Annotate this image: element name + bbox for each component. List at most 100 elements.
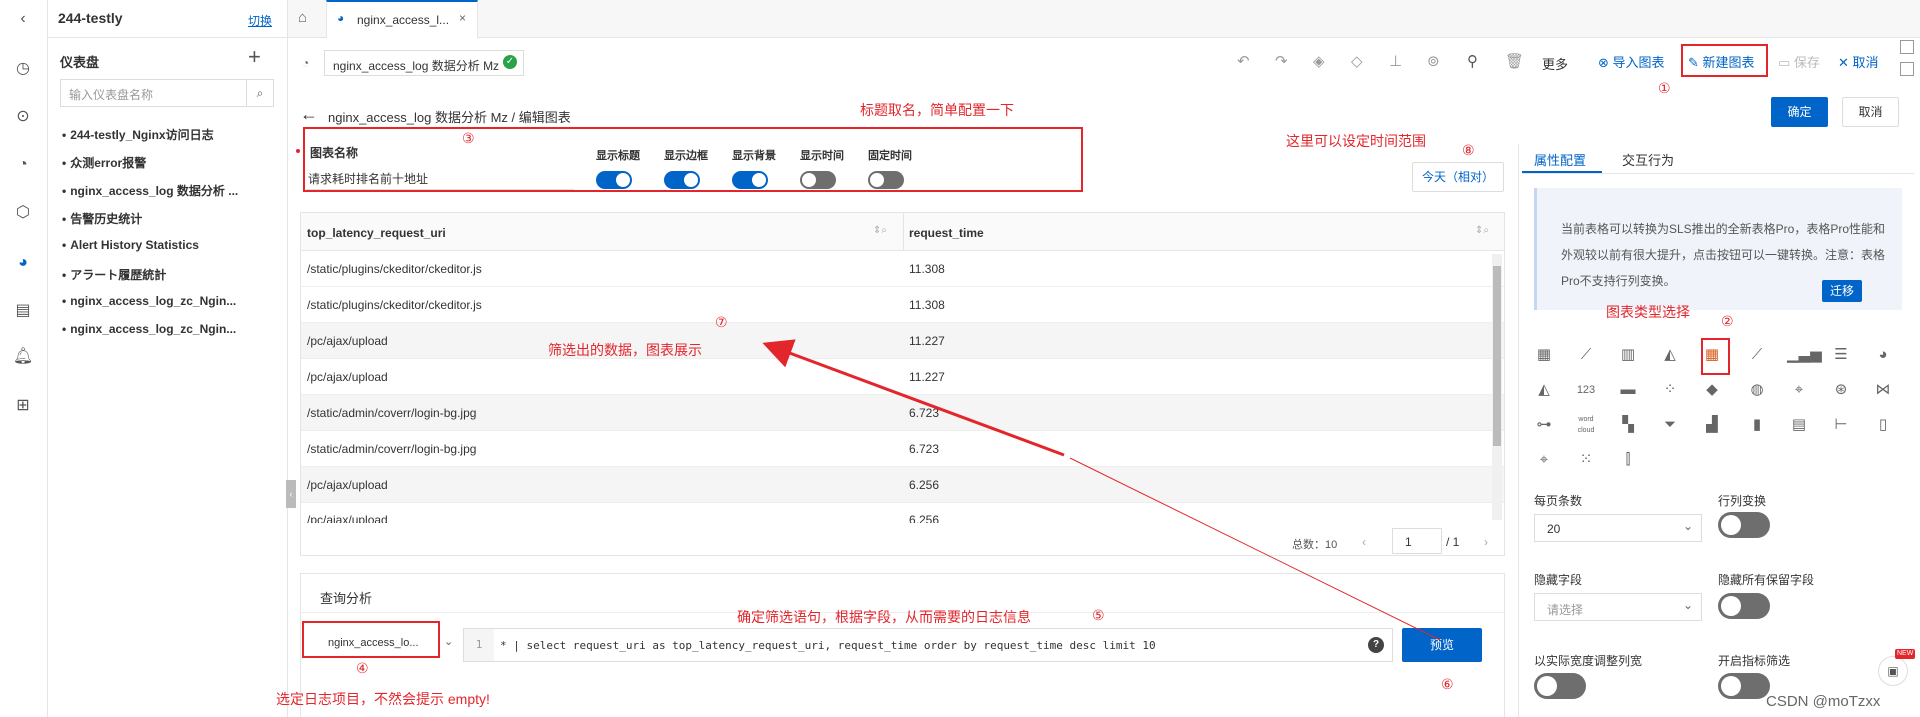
add-dashboard-button[interactable]: + bbox=[248, 44, 261, 70]
search-icon[interactable]: ⌕ bbox=[246, 79, 274, 107]
preview-button[interactable]: 预览 bbox=[1402, 628, 1482, 662]
sidebar-item[interactable]: 众测error报警 bbox=[62, 154, 146, 171]
sidebar-item[interactable]: 告警历史统计 bbox=[62, 210, 142, 227]
funnel-icon[interactable]: ⏷ bbox=[1658, 414, 1682, 436]
sidebar-item[interactable]: 244-testly_Nginx访问日志 bbox=[62, 126, 213, 143]
line-chart-icon[interactable]: ⟋ bbox=[1745, 344, 1769, 366]
hide-fields-select[interactable]: 请选择 ⌄ bbox=[1534, 593, 1702, 621]
location-icon[interactable]: ⌖ bbox=[1532, 449, 1556, 471]
switch-project-link[interactable]: 切换 bbox=[248, 12, 272, 29]
map-pin-icon[interactable]: ⌖ bbox=[1787, 379, 1811, 401]
save-button[interactable]: ▭ 保存 bbox=[1778, 52, 1820, 71]
sort-icon[interactable]: ⇕⌕ bbox=[1475, 225, 1489, 236]
layers-down-icon[interactable]: ◇ bbox=[1351, 52, 1363, 70]
line-pro-icon[interactable]: ⟋ bbox=[1574, 344, 1598, 366]
align-icon[interactable]: ⊥ bbox=[1389, 52, 1402, 70]
area-pro-icon[interactable]: ◭ bbox=[1658, 344, 1682, 366]
scrollbar-thumb[interactable] bbox=[1493, 266, 1501, 446]
sort-icon[interactable]: ⇕⌕ bbox=[873, 225, 887, 236]
cross-table-icon[interactable]: ▤ bbox=[1787, 414, 1811, 436]
close-icon[interactable]: × bbox=[459, 11, 466, 25]
filter-icon[interactable]: ⚲ bbox=[1467, 52, 1478, 70]
query-icon[interactable]: ⊙ bbox=[12, 106, 34, 128]
more-button[interactable]: 更多 bbox=[1542, 54, 1568, 73]
prev-page-icon[interactable]: ‹ bbox=[1362, 535, 1366, 549]
annotation-number: ① bbox=[1658, 80, 1671, 96]
pie-chart-icon[interactable]: ◕ bbox=[12, 252, 34, 274]
query-statement[interactable]: * | select request_uri as top_latency_re… bbox=[500, 639, 1156, 652]
dashboard-sidebar: 244-testly 切换 仪表盘 + 输入仪表盘名称 ⌕ 244-testly… bbox=[48, 0, 296, 717]
histogram-icon[interactable]: ▟ bbox=[1700, 414, 1724, 436]
tree-icon[interactable]: ⊢ bbox=[1829, 414, 1853, 436]
annotation-query-hint: 确定筛选语句，根据字段，从而需要的日志信息 bbox=[737, 609, 1031, 625]
column-header[interactable]: request_time bbox=[909, 226, 984, 240]
target-icon[interactable]: ⊚ bbox=[1427, 52, 1440, 70]
scatter-icon[interactable]: ⁘ bbox=[1658, 379, 1682, 401]
time-range-button[interactable]: 今天（相对） bbox=[1412, 162, 1504, 192]
sankey-icon[interactable]: ⋈ bbox=[1871, 379, 1895, 401]
home-icon[interactable]: ⌂ bbox=[298, 9, 307, 26]
cancel-button[interactable]: ✕ 取消 bbox=[1838, 52, 1879, 71]
redo-icon[interactable]: ↷ bbox=[1275, 52, 1288, 70]
per-page-select[interactable]: 20 ⌄ bbox=[1534, 514, 1702, 542]
dashboard-name-field[interactable]: nginx_access_log 数据分析 Mz ✓ bbox=[324, 50, 524, 76]
graph-icon[interactable]: ⊶ bbox=[1532, 414, 1556, 436]
next-page-icon[interactable]: › bbox=[1484, 535, 1488, 549]
box-plot-icon[interactable]: ▯ bbox=[1871, 414, 1895, 436]
tab-active[interactable]: ◕ nginx_access_l... × bbox=[326, 0, 478, 38]
sidebar-item[interactable]: nginx_access_log_zc_Ngin... bbox=[62, 294, 236, 308]
hide-reserved-switch[interactable] bbox=[1718, 593, 1770, 619]
table-pro-icon[interactable]: ▦ bbox=[1532, 344, 1556, 366]
back-icon[interactable]: ‹ bbox=[12, 8, 34, 30]
progress-bar-icon[interactable]: ▬ bbox=[1616, 379, 1640, 401]
grid-icon[interactable]: ⊞ bbox=[12, 395, 34, 417]
sidebar-item[interactable]: アラート履歴統計 bbox=[62, 266, 166, 283]
confirm-button[interactable]: 确定 bbox=[1771, 97, 1828, 127]
pie-chart-icon[interactable]: ◕ bbox=[1871, 344, 1895, 366]
dot-plot-icon[interactable]: ⁙ bbox=[1574, 449, 1598, 471]
flow-chart-icon[interactable]: ⊛ bbox=[1829, 379, 1853, 401]
clock-icon[interactable]: ◷ bbox=[12, 58, 34, 80]
table-scrollbar[interactable] bbox=[1492, 254, 1502, 520]
import-chart-button[interactable]: ⊗ 导入图表 bbox=[1598, 52, 1665, 71]
window-icon[interactable] bbox=[1900, 40, 1914, 54]
fit-width-switch[interactable] bbox=[1534, 673, 1586, 699]
sidebar-item[interactable]: Alert History Statistics bbox=[62, 238, 199, 252]
report-icon[interactable]: ▤ bbox=[12, 300, 34, 322]
help-icon[interactable]: ? bbox=[1368, 637, 1384, 653]
sidebar-item[interactable]: nginx_access_log 数据分析 ... bbox=[62, 182, 238, 199]
single-value-icon[interactable]: 123 bbox=[1574, 379, 1598, 401]
bar-chart-icon[interactable]: ▁▃▅ bbox=[1787, 344, 1822, 366]
feedback-icon[interactable]: ▣ NEW bbox=[1878, 649, 1916, 686]
box-icon[interactable]: ⬡ bbox=[12, 202, 34, 224]
cancel-edit-button[interactable]: 取消 bbox=[1842, 97, 1899, 127]
undo-icon[interactable]: ↶ bbox=[1237, 52, 1250, 70]
bell-icon[interactable]: 🔔︎ bbox=[12, 346, 34, 368]
tab-interaction[interactable]: 交互行为 bbox=[1622, 150, 1674, 169]
page-input[interactable]: 1 bbox=[1392, 528, 1442, 554]
bar-pro-icon[interactable]: ▥ bbox=[1616, 344, 1640, 366]
back-arrow-icon[interactable]: ← bbox=[300, 104, 318, 125]
tab-properties[interactable]: 属性配置 bbox=[1534, 150, 1586, 169]
annotation-time-hint: 这里可以设定时间范围 bbox=[1286, 133, 1426, 149]
word-cloud-icon[interactable]: word cloud bbox=[1574, 414, 1598, 436]
window-icon[interactable] bbox=[1900, 62, 1914, 76]
collapse-sidebar-handle[interactable]: ‹ bbox=[286, 480, 296, 508]
dashboard-gauge-icon[interactable]: ◔ bbox=[12, 154, 34, 176]
column-header[interactable]: top_latency_request_uri bbox=[307, 226, 446, 240]
transpose-switch[interactable] bbox=[1718, 512, 1770, 538]
china-map-icon[interactable]: ◆ bbox=[1700, 379, 1724, 401]
candlestick-icon[interactable]: ⫿ bbox=[1616, 449, 1640, 471]
world-map-icon[interactable]: ◍ bbox=[1745, 379, 1769, 401]
treemap-icon[interactable]: ▚ bbox=[1616, 414, 1640, 436]
dashboard-search-input[interactable]: 输入仪表盘名称 bbox=[60, 79, 247, 107]
column-icon[interactable]: ▮ bbox=[1745, 414, 1769, 436]
area-chart-icon[interactable]: ◭ bbox=[1532, 379, 1556, 401]
migrate-button[interactable]: 迁移 bbox=[1822, 280, 1862, 302]
sidebar-item[interactable]: nginx_access_log_zc_Ngin... bbox=[62, 322, 236, 336]
layers-up-icon[interactable]: ◈ bbox=[1313, 52, 1325, 70]
metric-filter-switch[interactable] bbox=[1718, 673, 1770, 699]
horizontal-bar-icon[interactable]: ☰ bbox=[1829, 344, 1853, 366]
query-editor[interactable]: 1 * | select request_uri as top_latency_… bbox=[463, 628, 1393, 662]
delete-icon[interactable]: 🗑︎ bbox=[1505, 52, 1524, 70]
